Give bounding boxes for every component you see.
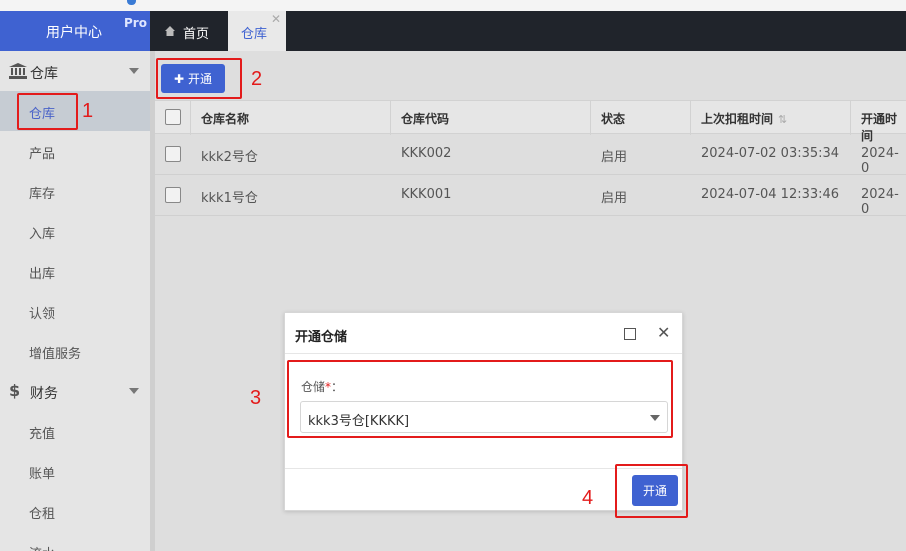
brand-title: 用户中心 [46,25,102,41]
sidebar-item-label: 账单 [29,467,56,482]
sidebar-item-products[interactable]: 产品 [0,131,150,171]
sidebar-item-label: 流水 [29,543,55,551]
caret-down-icon [129,388,139,394]
sidebar-item-label: 仓租 [29,507,56,522]
sidebar-item-label: 认领 [29,307,56,322]
cell-open-time: 2024-0 [861,146,899,176]
caret-down-icon [129,68,139,74]
table-header: 仓库名称 仓库代码 状态 上次扣租时间 ⇅ 开通时间 [155,100,906,143]
top-strip [0,0,906,11]
divider [285,353,682,354]
annotation-number-2: 2 [251,68,263,90]
sidebar-item-label: 入库 [29,227,56,242]
sidebar-item-label: 出库 [29,267,56,282]
annotation-box-1 [17,93,78,130]
browser-indicator [127,0,136,5]
sidebar-item-outbound[interactable]: 出库 [0,251,150,291]
cell-last-charge: 2024-07-04 12:33:46 [701,187,840,202]
menu-group-finance[interactable]: $ 财务 [0,371,150,411]
close-icon[interactable]: ✕ [657,323,670,342]
home-icon [165,25,175,36]
sidebar-scrollbar[interactable] [150,11,155,551]
sidebar-item-label: 产品 [29,147,56,162]
tab-label: 首页 [183,27,210,42]
sidebar-item-claim[interactable]: 认领 [0,291,150,331]
sidebar-item-transactions[interactable]: 流水 [0,531,150,551]
column-divider [690,101,691,135]
sidebar-item-bills[interactable]: 账单 [0,451,150,491]
sidebar-item-label: 充值 [29,427,56,442]
column-header-status: 状态 [601,112,626,126]
cell-last-charge: 2024-07-02 03:35:34 [701,146,840,161]
cell-open-time: 2024-0 [861,187,899,217]
warehouse-table: 仓库名称 仓库代码 状态 上次扣租时间 ⇅ 开通时间 kkk2号仓 KKK002 … [155,100,906,217]
sidebar: 用户中心 Pro 仓库 仓库 产品 库存 入库 出库 认领 增值服务 $ 财务 … [0,11,150,551]
brand-header: 用户中心 Pro [0,11,150,51]
row-checkbox[interactable] [165,146,181,162]
close-icon[interactable]: ✕ [271,12,281,26]
cell-status: 启用 [601,191,628,206]
select-all-checkbox[interactable] [165,109,181,125]
sidebar-item-inventory[interactable]: 库存 [0,171,150,211]
table-row[interactable]: kkk2号仓 KKK002 启用 2024-07-02 03:35:34 202… [155,134,906,176]
menu-group-warehouse[interactable]: 仓库 [0,51,150,91]
column-divider [850,101,851,135]
tab-warehouse[interactable]: 仓库 ✕ [228,11,286,51]
column-header-code: 仓库代码 [401,112,450,126]
cell-status: 启用 [601,150,628,165]
column-header-last-charge[interactable]: 上次扣租时间 ⇅ [701,110,787,127]
table-row[interactable]: kkk1号仓 KKK001 启用 2024-07-04 12:33:46 202… [155,175,906,217]
row-checkbox[interactable] [165,187,181,203]
cell-name: kkk2号仓 [201,150,258,165]
maximize-icon[interactable] [624,328,636,340]
column-header-name: 仓库名称 [201,112,250,126]
sidebar-item-inbound[interactable]: 入库 [0,211,150,251]
sidebar-item-rent[interactable]: 仓租 [0,491,150,531]
cell-name: kkk1号仓 [201,191,258,206]
menu-group-label: 财务 [30,386,58,402]
dialog-title: 开通仓储 [295,330,348,345]
tab-bar: 首页 仓库 ✕ [150,11,906,51]
annotation-number-1: 1 [82,100,94,122]
cell-code: KKK002 [401,146,452,161]
sidebar-item-value-added[interactable]: 增值服务 [0,331,150,371]
sidebar-item-recharge[interactable]: 充值 [0,411,150,451]
pro-badge: Pro [124,16,147,30]
menu-group-label: 仓库 [30,66,58,82]
column-header-label: 上次扣租时间 [701,112,774,126]
column-divider [190,101,191,135]
cell-code: KKK001 [401,187,452,202]
bank-icon [9,63,27,79]
annotation-number-3: 3 [250,387,262,409]
column-divider [390,101,391,135]
sort-icon[interactable]: ⇅ [778,113,787,126]
tab-label: 仓库 [241,27,268,42]
sidebar-item-label: 库存 [29,187,56,202]
annotation-number-4: 4 [582,487,594,509]
tab-home[interactable]: 首页 [150,11,228,51]
dollar-icon: $ [9,381,21,400]
column-divider [590,101,591,135]
sidebar-item-label: 增值服务 [29,347,82,362]
annotation-box-3 [287,360,673,438]
annotation-box-2 [156,58,242,99]
annotation-box-4 [615,464,688,518]
